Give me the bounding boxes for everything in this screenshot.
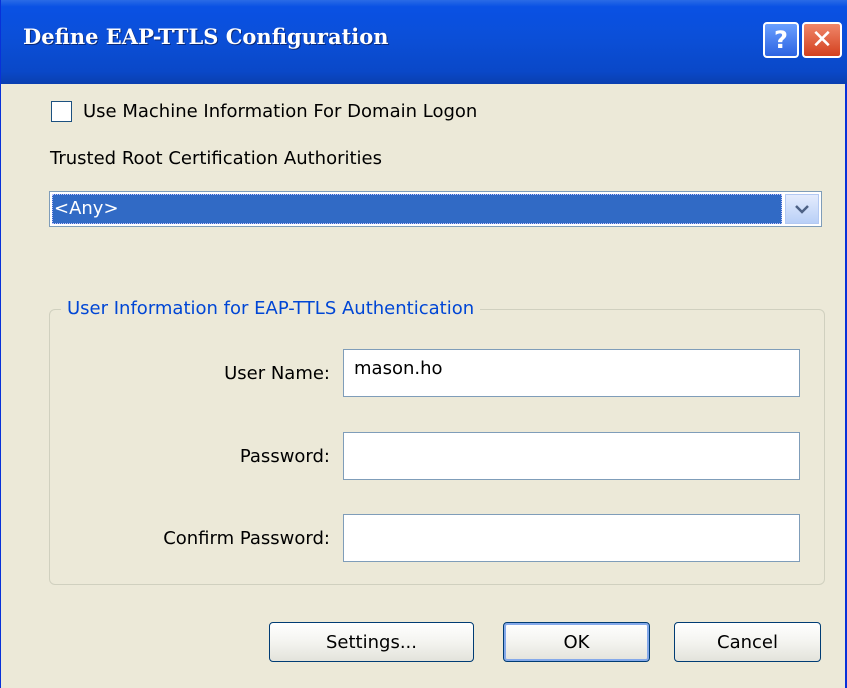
machine-info-label[interactable]: Use Machine Information For Domain Logon — [83, 101, 477, 122]
help-button[interactable]: ? — [763, 22, 799, 58]
password-label: Password: — [239, 446, 330, 467]
confirm-password-input[interactable] — [343, 514, 800, 562]
username-label: User Name: — [224, 363, 330, 384]
machine-info-checkbox[interactable] — [51, 101, 72, 122]
settings-button[interactable]: Settings... — [269, 622, 474, 662]
username-input[interactable]: mason.ho — [343, 349, 800, 397]
help-icon: ? — [774, 26, 788, 54]
eap-ttls-dialog: Define EAP-TTLS Configuration ? ✕ Use Ma… — [0, 0, 847, 688]
confirm-password-label: Confirm Password: — [163, 528, 330, 549]
ok-button[interactable]: OK — [503, 622, 650, 662]
dropdown-button[interactable] — [785, 194, 819, 224]
settings-button-label: Settings... — [326, 631, 417, 653]
close-button[interactable]: ✕ — [802, 22, 842, 58]
close-icon: ✕ — [811, 25, 833, 55]
title-bar[interactable]: Define EAP-TTLS Configuration ? ✕ — [1, 0, 847, 84]
window-title: Define EAP-TTLS Configuration — [23, 24, 389, 49]
ok-button-label: OK — [563, 631, 590, 653]
cancel-button-label: Cancel — [717, 631, 778, 653]
password-input[interactable] — [343, 432, 800, 480]
chevron-down-icon — [795, 205, 809, 214]
user-info-group-legend: User Information for EAP-TTLS Authentica… — [61, 298, 481, 319]
trusted-root-select[interactable]: <Any> — [49, 191, 822, 227]
trusted-root-selected-value[interactable]: <Any> — [52, 194, 782, 224]
cancel-button[interactable]: Cancel — [674, 622, 821, 662]
trusted-root-label: Trusted Root Certification Authorities — [50, 148, 382, 169]
